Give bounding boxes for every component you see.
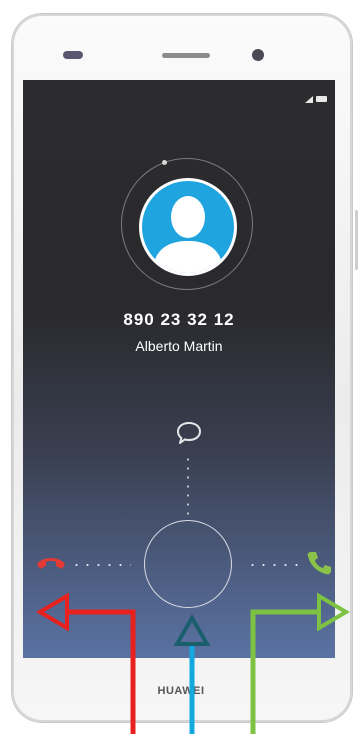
accept-arrow bbox=[250, 592, 350, 734]
swipe-guide-arrows bbox=[36, 592, 350, 734]
stage: 890 23 32 12 Alberto Martin HUAWEI bbox=[0, 0, 362, 734]
decline-arrow bbox=[36, 592, 136, 734]
answer-arrow bbox=[173, 613, 211, 734]
